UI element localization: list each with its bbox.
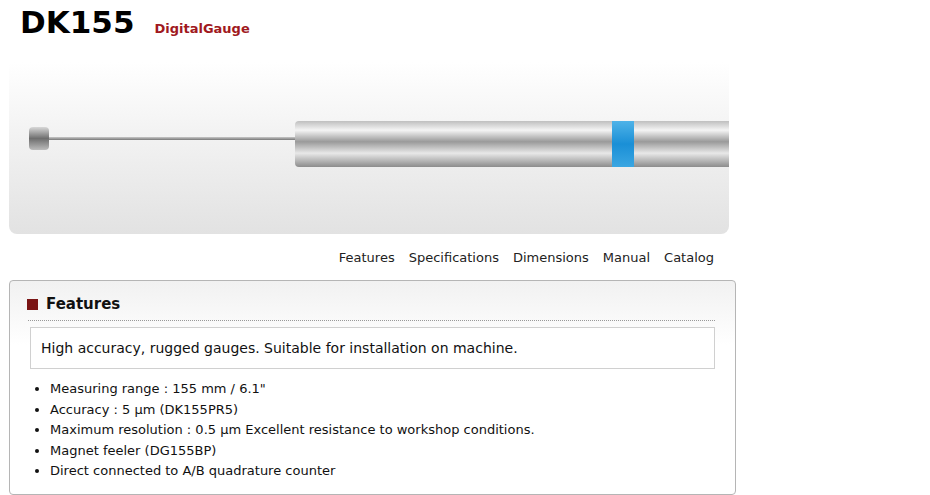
features-summary: High accuracy, rugged gauges. Suitable f… bbox=[30, 327, 715, 369]
features-list: Measuring range : 155 mm / 6.1"Accuracy … bbox=[26, 379, 715, 482]
feature-item: Measuring range : 155 mm / 6.1" bbox=[50, 379, 715, 400]
heading-square-icon bbox=[27, 299, 38, 310]
feature-item: Maximum resolution : 0.5 µm Excellent re… bbox=[50, 420, 715, 441]
nav-link[interactable]: Features bbox=[339, 249, 395, 267]
probe-tip-icon bbox=[29, 127, 49, 150]
gauge-band-icon bbox=[612, 121, 634, 167]
section-nav: Features Specifications Dimensions Manual Ca… bbox=[0, 249, 729, 267]
features-panel: Features High accuracy, rugged gauges. Su… bbox=[9, 280, 736, 495]
nav-link[interactable]: Dimensions bbox=[513, 249, 589, 267]
page-header: DK155 DigitalGauge bbox=[0, 0, 930, 51]
feature-item: Direct connected to A/B quadrature count… bbox=[50, 461, 715, 482]
gauge-body-icon bbox=[295, 121, 729, 167]
nav-link[interactable]: Catalog bbox=[664, 249, 714, 267]
nav-link[interactable]: Manual bbox=[603, 249, 650, 267]
features-heading: Features bbox=[28, 293, 715, 321]
product-photo bbox=[9, 62, 729, 234]
feature-item: Accuracy : 5 µm (DK155PR5) bbox=[50, 400, 715, 421]
product-title: DK155 bbox=[20, 0, 134, 44]
product-subtitle: DigitalGauge bbox=[154, 7, 249, 51]
nav-link[interactable]: Specifications bbox=[409, 249, 499, 267]
feature-item: Magnet feeler (DG155BP) bbox=[50, 441, 715, 462]
probe-rod-icon bbox=[49, 137, 295, 140]
product-page: DK155 DigitalGauge Features Specifications D… bbox=[0, 0, 930, 495]
